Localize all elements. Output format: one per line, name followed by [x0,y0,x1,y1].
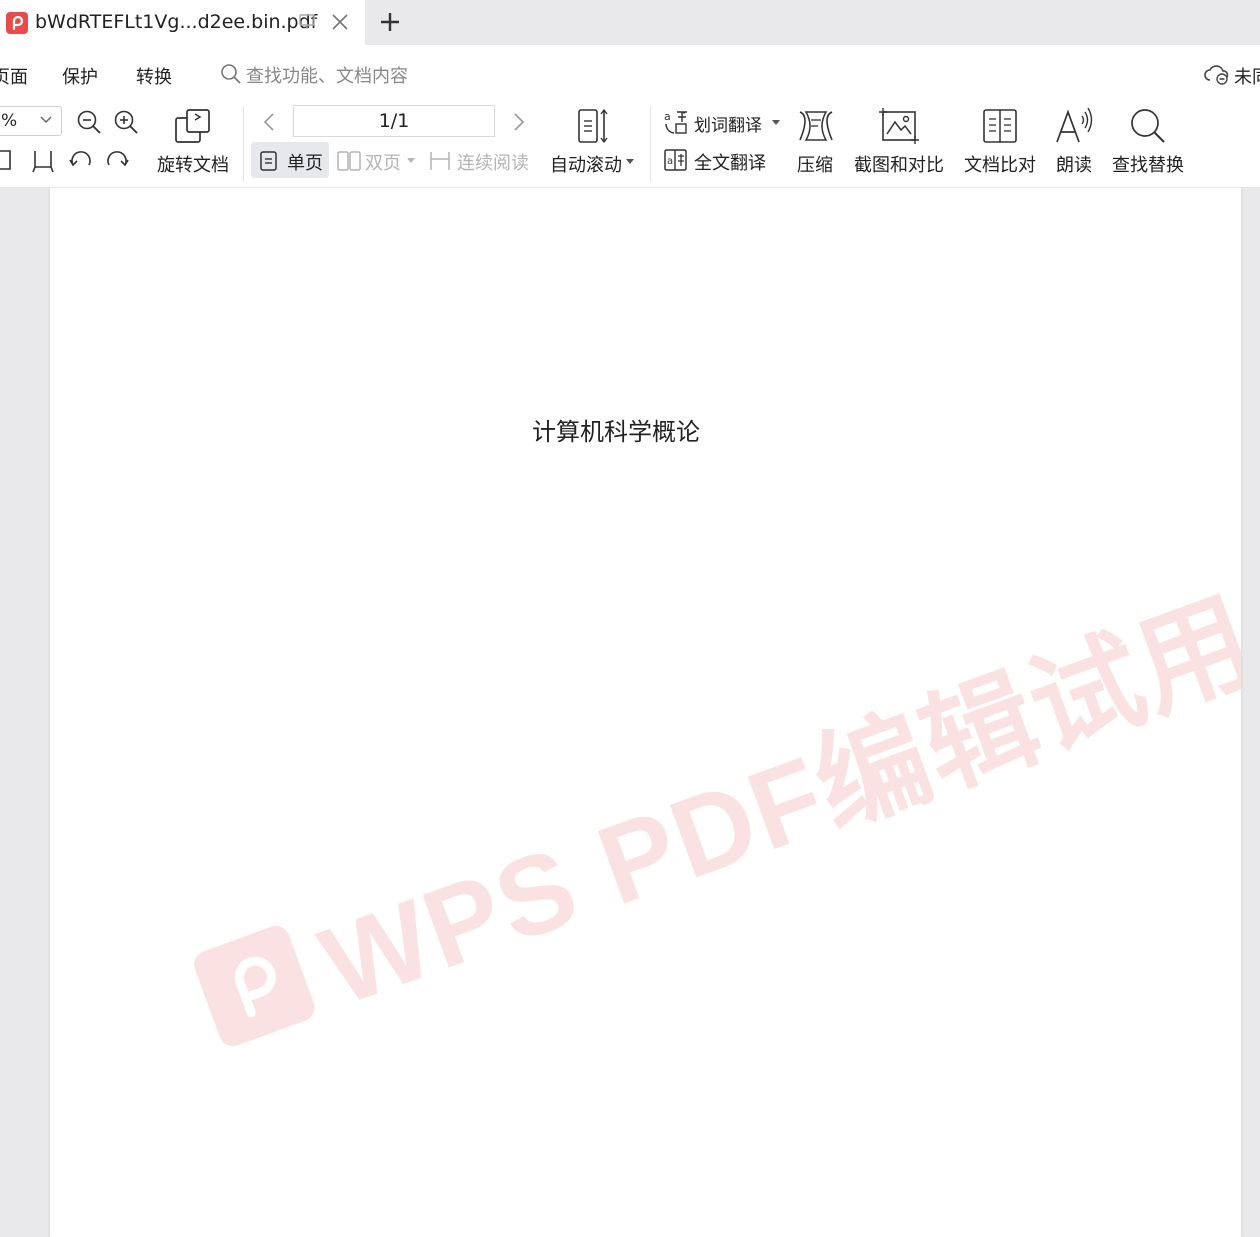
toolbar: % 旋转文档 1/1 单页 双页 连续阅读 自动滚动 a 划词翻译 a 全文翻译… [0,100,1260,188]
screen-icon[interactable] [298,13,316,35]
auto-scroll-dropdown-icon[interactable] [626,159,634,164]
zoom-out-icon[interactable] [76,109,102,139]
watermark-text: WPS PDF编辑试用 [306,576,1241,1030]
zoom-select[interactable]: % [0,106,62,136]
screenshot-compare-icon[interactable] [879,106,919,150]
previous-page-icon[interactable] [262,112,276,136]
document-tab[interactable]: bWdRTEFLt1Vg...d2ee.bin.pdf [0,0,365,45]
menu-bar: 页面 保护 转换 查找功能、文档内容 未同 [0,45,1260,100]
toolbar-divider-2 [650,106,651,182]
rotate-left-icon[interactable] [68,149,94,175]
continuous-read-icon[interactable] [428,150,452,176]
word-translate-dropdown-icon[interactable] [772,120,780,125]
rotate-right-icon[interactable] [104,149,130,175]
fit-width-icon[interactable] [31,148,55,178]
search-icon [221,64,241,84]
cloud-status[interactable]: 未同 [1234,63,1260,89]
compress-label[interactable]: 压缩 [797,151,833,177]
auto-scroll-icon[interactable] [576,106,610,150]
full-translate-label[interactable]: 全文翻译 [694,149,766,175]
double-page-dropdown-icon[interactable] [407,158,415,163]
zoom-in-icon[interactable] [113,109,139,139]
word-translate-label[interactable]: 划词翻译 [694,111,762,136]
svg-text:a: a [667,156,673,167]
svg-text:a: a [664,110,671,123]
menu-protect[interactable]: 保护 [62,63,98,89]
fit-page-icon[interactable] [0,148,16,176]
read-aloud-label[interactable]: 朗读 [1056,151,1092,177]
full-translate-icon[interactable]: a [663,147,689,177]
menu-convert[interactable]: 转换 [136,63,172,89]
chevron-down-icon [40,116,52,124]
document-title: 计算机科学概论 [532,418,700,446]
next-page-icon[interactable] [512,112,526,136]
watermark: WPS PDF编辑试用 [180,577,1241,1078]
cloud-sync-icon[interactable] [1203,62,1231,90]
document-viewport[interactable]: 计算机科学概论 WPS PDF编辑试用 [0,188,1260,1237]
doc-compare-icon[interactable] [980,106,1020,150]
single-page-icon [260,151,277,171]
close-tab-icon[interactable] [330,12,350,36]
find-replace-icon[interactable] [1128,106,1168,150]
auto-scroll-label[interactable]: 自动滚动 [550,151,622,177]
rotate-document-label[interactable]: 旋转文档 [157,151,229,177]
tab-bar: bWdRTEFLt1Vg...d2ee.bin.pdf [0,0,1260,45]
page-number-input[interactable]: 1/1 [293,105,495,137]
zoom-value: % [1,111,18,131]
new-tab-button[interactable] [378,10,402,38]
pdf-app-icon [6,12,28,34]
page-indicator: 1/1 [378,110,410,132]
double-page-label[interactable]: 双页 [365,149,401,175]
single-page-label: 单页 [287,153,323,174]
read-aloud-icon[interactable] [1054,106,1094,150]
word-translate-icon[interactable]: a [663,109,689,139]
doc-compare-label[interactable]: 文档比对 [964,151,1036,177]
rotate-document-icon[interactable] [173,106,213,150]
continuous-read-label[interactable]: 连续阅读 [457,149,529,175]
watermark-logo-icon [190,921,319,1051]
search-placeholder: 查找功能、文档内容 [246,66,408,87]
menu-page[interactable]: 页面 [0,63,28,89]
toolbar-divider [243,106,244,182]
find-replace-label[interactable]: 查找替换 [1112,151,1184,177]
tab-title: bWdRTEFLt1Vg...d2ee.bin.pdf [35,11,318,33]
compress-icon[interactable] [796,106,836,150]
screenshot-compare-label[interactable]: 截图和对比 [854,151,944,177]
single-page-button[interactable]: 单页 [251,142,329,178]
double-page-icon[interactable] [336,150,362,176]
pdf-page[interactable]: 计算机科学概论 WPS PDF编辑试用 [50,188,1241,1237]
